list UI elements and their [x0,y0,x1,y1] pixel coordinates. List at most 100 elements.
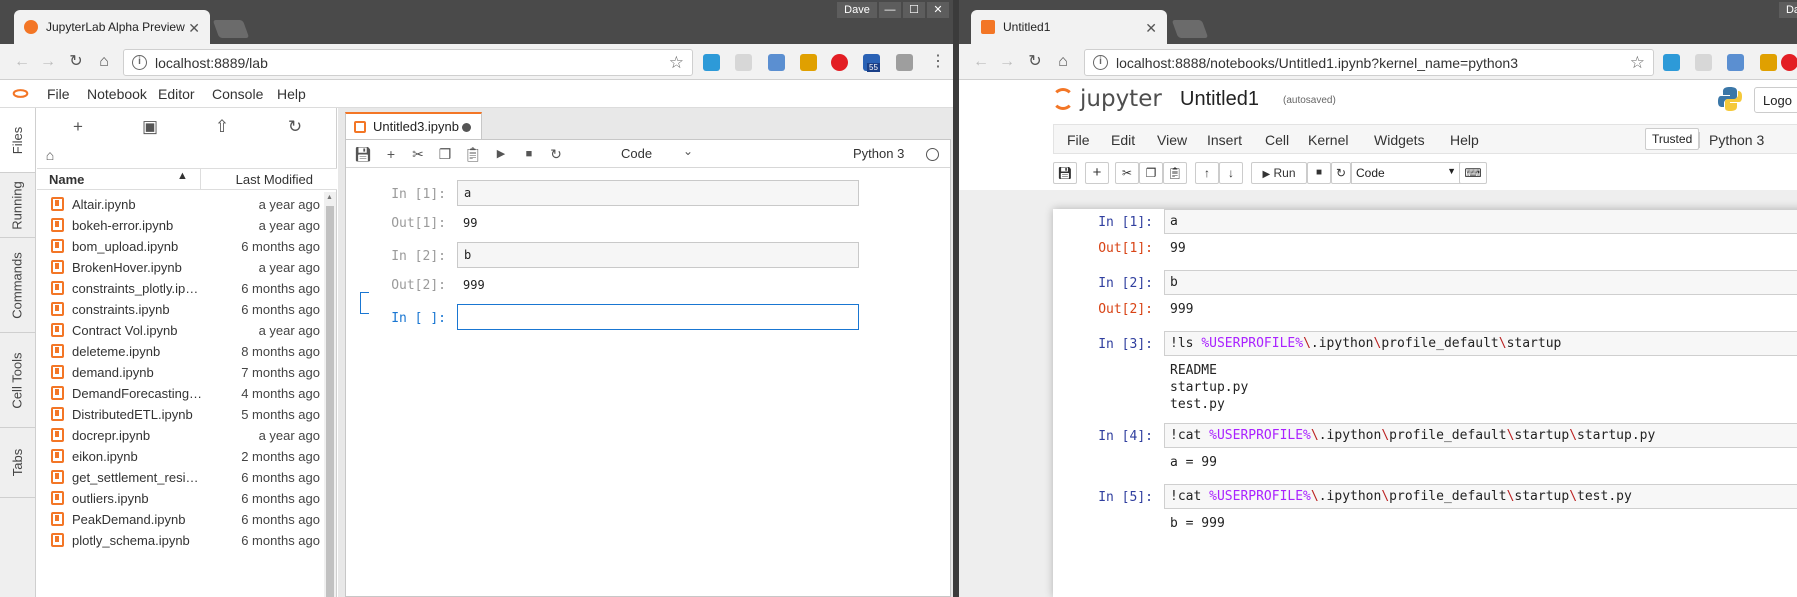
file-list-item[interactable]: plotly_schema.ipynb 6 months ago [37,528,324,552]
cell-input[interactable]: a [457,180,859,206]
menu-console[interactable]: Console [212,86,263,102]
side-tab-running[interactable]: Running [0,173,35,238]
restart-icon[interactable]: ↻ [547,145,565,163]
name-column-header[interactable]: Name [49,172,84,187]
side-tab-files[interactable]: Files [0,108,35,173]
user-badge[interactable]: Dave [837,2,877,18]
notebook-title[interactable]: Untitled1 [1180,88,1259,111]
trusted-indicator[interactable]: Trusted [1645,128,1700,150]
stop-icon[interactable]: ■ [520,145,538,163]
back-icon[interactable]: ← [971,52,991,72]
close-window-icon[interactable]: ✕ [927,2,949,18]
extension-icon[interactable] [1663,54,1680,71]
browser-tab-untitled1[interactable]: Untitled1 ✕ [971,10,1167,44]
address-bar[interactable]: i localhost:8888/notebooks/Untitled1.ipy… [1084,49,1654,76]
bookmark-star-icon[interactable]: ☆ [669,53,684,73]
upload-icon[interactable]: ⇧ [211,116,233,138]
restart-button[interactable]: ↻ [1331,162,1351,184]
close-tab-icon[interactable]: ✕ [188,20,200,37]
menu-cell[interactable]: Cell [1265,132,1289,148]
menu-widgets[interactable]: Widgets [1374,132,1425,148]
kernel-name[interactable]: Python 3 [853,146,904,161]
active-cell-input[interactable] [457,304,859,330]
copy-button[interactable]: ❐ [1139,162,1163,184]
new-tab-button[interactable] [212,20,250,38]
menu-kernel[interactable]: Kernel [1308,132,1348,148]
site-info-icon[interactable]: i [1093,55,1108,70]
extension-chat-icon[interactable] [735,54,752,71]
cell-input[interactable]: a [1164,209,1797,234]
home-icon[interactable]: ⌂ [1053,52,1073,72]
close-tab-icon[interactable]: ✕ [1145,20,1157,37]
save-button[interactable]: 💾︎ [1053,162,1077,184]
extension-tool-icon[interactable] [800,54,817,71]
user-badge[interactable]: Da [1779,2,1797,18]
menu-insert[interactable]: Insert [1207,132,1242,148]
cast-icon[interactable] [896,54,913,71]
browser-menu-icon[interactable]: ⋮ [928,52,948,72]
browser-tab-jupyterlab[interactable]: JupyterLab Alpha Preview ✕ [14,10,210,44]
scrollbar-thumb[interactable] [326,206,334,597]
menu-edit[interactable]: Edit [1111,132,1135,148]
menu-view[interactable]: View [1157,132,1187,148]
modified-column-header[interactable]: Last Modified [236,172,313,187]
save-icon[interactable]: 💾︎ [354,145,372,163]
move-down-button[interactable]: ↓ [1219,162,1243,184]
reload-icon[interactable]: ↻ [1025,52,1045,72]
forward-icon[interactable]: → [38,52,58,72]
chevron-down-icon[interactable]: ⌄ [683,144,693,158]
paste-icon[interactable]: 📋︎ [464,145,482,163]
cell-input[interactable]: !ls %USERPROFILE%\.ipython\profile_defau… [1164,331,1797,356]
cut-icon[interactable]: ✂ [409,145,427,163]
move-up-button[interactable]: ↑ [1195,162,1219,184]
menu-help[interactable]: Help [1450,132,1479,148]
side-tab-tabs[interactable]: Tabs [0,428,35,498]
insert-cell-icon[interactable]: + [382,145,400,163]
keyboard-shortcuts-button[interactable]: ⌨ [1459,162,1487,184]
minimize-icon[interactable]: — [879,2,901,18]
extension-icon[interactable] [703,54,720,71]
extension-badge-icon[interactable]: 55 [863,54,880,72]
cell-input[interactable]: !cat %USERPROFILE%\.ipython\profile_defa… [1164,484,1797,509]
menu-notebook[interactable]: Notebook [87,86,147,102]
stop-button[interactable]: ■ [1307,162,1331,184]
home-icon[interactable]: ⌂ [94,52,114,72]
notebook-doc-tab[interactable]: Untitled3.ipynb [345,112,482,139]
unsaved-dot-icon[interactable] [462,123,471,132]
cell-input[interactable]: !cat %USERPROFILE%\.ipython\profile_defa… [1164,423,1797,448]
opera-icon[interactable] [1781,54,1797,71]
bookmark-star-icon[interactable]: ☆ [1630,53,1645,73]
forward-icon[interactable]: → [997,52,1017,72]
menu-file[interactable]: File [47,86,70,102]
menu-editor[interactable]: Editor [158,86,195,102]
site-info-icon[interactable]: i [132,55,147,70]
scroll-up-icon[interactable]: ▲ [326,194,333,201]
menu-file[interactable]: File [1067,132,1090,148]
copy-icon[interactable]: ❐ [436,145,454,163]
run-icon[interactable]: ▶ [492,145,510,163]
logout-button[interactable]: Logo [1754,87,1797,113]
paste-button[interactable]: 📋︎ [1163,162,1187,184]
back-icon[interactable]: ← [12,52,32,72]
maximize-icon[interactable]: ☐ [903,2,925,18]
file-list-scrollbar[interactable]: ▲ [324,192,336,597]
refresh-icon[interactable]: ↻ [284,116,306,138]
side-tab-cell-tools[interactable]: Cell Tools [0,333,35,428]
cell-input[interactable]: b [1164,270,1797,295]
run-button[interactable]: ▶ Run [1251,162,1307,184]
extension-nb-icon[interactable] [768,54,785,71]
cell-input[interactable]: b [457,242,859,268]
opera-icon[interactable] [831,54,848,71]
menu-help[interactable]: Help [277,86,306,102]
extension-tool-icon[interactable] [1760,54,1777,71]
new-tab-button[interactable] [1171,20,1209,38]
new-launcher-icon[interactable]: + [67,116,89,138]
extension-chat-icon[interactable] [1695,54,1712,71]
home-folder-icon[interactable]: ⌂ [39,144,61,166]
cut-button[interactable]: ✂ [1115,162,1139,184]
new-folder-icon[interactable]: ▣ [139,116,161,138]
reload-icon[interactable]: ↻ [66,52,86,72]
extension-nb-icon[interactable] [1727,54,1744,71]
side-tab-commands[interactable]: Commands [0,238,35,333]
cell-type-select[interactable]: Code [621,146,652,161]
